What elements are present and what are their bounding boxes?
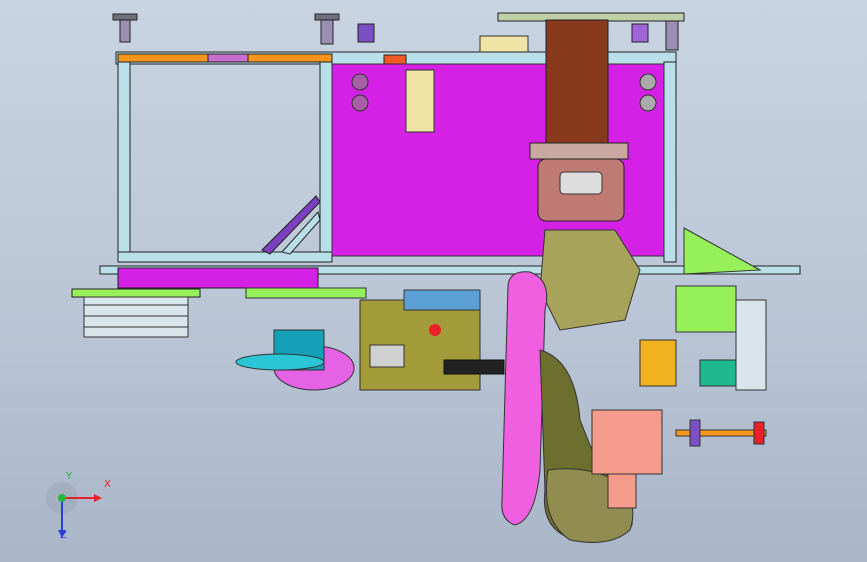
green-wedge-bracket <box>683 227 762 275</box>
column-flange <box>529 142 629 160</box>
mid-mechanism <box>359 289 505 391</box>
y-axis-label: Y <box>66 471 73 482</box>
motor-label <box>559 171 603 195</box>
x-axis-label: X <box>104 479 111 490</box>
cad-viewport[interactable]: X Y Z <box>0 0 867 562</box>
port-circle <box>639 73 657 91</box>
left-louver-box <box>83 296 189 338</box>
axis-triad-graphic <box>46 482 102 538</box>
machine-assembly-model[interactable] <box>0 0 867 562</box>
turntable-ring <box>235 353 325 371</box>
axis-triad: X Y Z <box>44 471 114 550</box>
label-plate <box>405 69 435 133</box>
port-circle <box>351 73 369 91</box>
z-axis-label: Z <box>60 530 67 541</box>
left-green-plate <box>71 288 201 298</box>
magenta-base <box>117 267 319 289</box>
turntable-plate <box>245 287 367 299</box>
vertical-column <box>545 19 609 147</box>
port-circle <box>639 94 657 112</box>
port-circle <box>351 94 369 112</box>
